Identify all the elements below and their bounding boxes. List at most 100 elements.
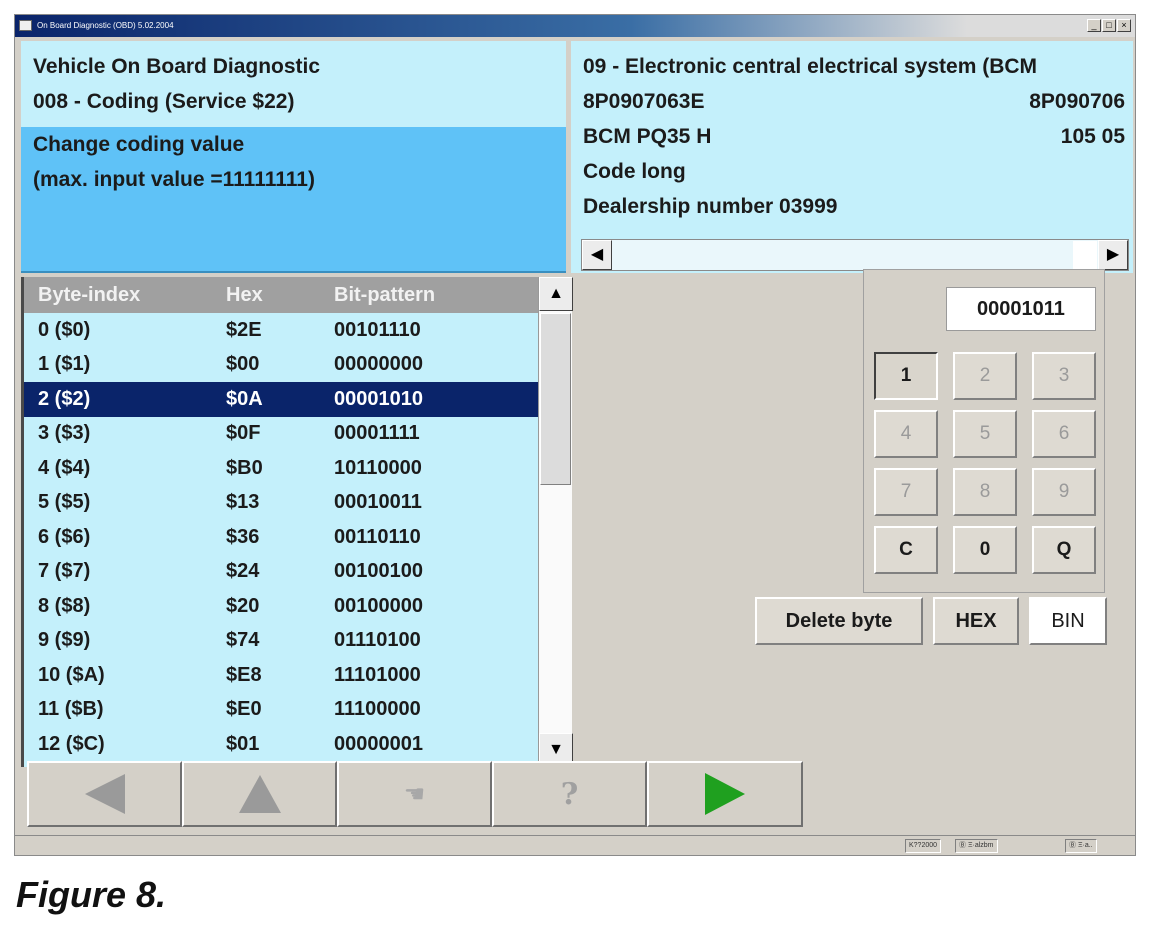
function-info-panel: Vehicle On Board Diagnostic 008 - Coding…	[21, 41, 566, 273]
table-row[interactable]: 0 ($0) $2E 00101110	[24, 313, 538, 348]
key-8[interactable]: 8	[953, 468, 1017, 516]
forward-button[interactable]	[647, 761, 803, 827]
bit-pattern-cell: 11100000	[334, 698, 421, 721]
byte-index-cell: 12 ($C)	[38, 732, 105, 755]
coding-type: Code long	[583, 160, 686, 183]
table-row[interactable]: 3 ($3) $0F 00001111	[24, 417, 538, 452]
instruction-hint: (max. input value =11111111)	[33, 168, 315, 191]
byte-index-cell: 8 ($8)	[38, 594, 91, 617]
function-header: Vehicle On Board Diagnostic 008 - Coding…	[21, 41, 566, 127]
bit-pattern-cell: 00001111	[334, 422, 420, 445]
table-row[interactable]: 6 ($6) $36 00110110	[24, 520, 538, 555]
software-version: 105 05	[1060, 125, 1125, 148]
numeric-keypad: 00001011 1 2 3 4 5 6 7 8 9 C 0 Q	[863, 269, 1105, 593]
delete-byte-button[interactable]: Delete byte	[755, 597, 923, 645]
bit-pattern-cell: 01110100	[334, 629, 421, 652]
scroll-up-arrow-icon[interactable]: ▲	[539, 277, 573, 311]
component-row: BCM PQ35 H 105 05	[583, 119, 1125, 154]
back-button[interactable]	[27, 761, 182, 827]
coding-byte-table: Byte-index Hex Bit-pattern 0 ($0) $2E 0010…	[21, 277, 573, 767]
window-controls: _ □ ×	[1087, 19, 1131, 32]
control-unit-name: 09 - Electronic central electrical syste…	[583, 55, 1038, 78]
column-hex[interactable]: Hex	[226, 284, 334, 307]
scrollbar-thumb[interactable]	[540, 313, 571, 485]
instruction-box: Change coding value (max. input value =1…	[21, 127, 566, 273]
table-row[interactable]: 1 ($1) $00 00000000	[24, 348, 538, 383]
scroll-right-arrow-icon[interactable]: ▶	[1098, 240, 1128, 270]
bit-pattern-cell: 00000000	[334, 353, 423, 376]
byte-index-cell: 6 ($6)	[38, 525, 91, 548]
maximize-button[interactable]: □	[1102, 19, 1116, 32]
key-4[interactable]: 4	[874, 410, 938, 458]
column-bit-pattern[interactable]: Bit-pattern	[334, 284, 534, 307]
component-id: BCM PQ35 H	[583, 125, 712, 148]
hex-cell: $36	[226, 525, 260, 548]
byte-index-cell: 3 ($3)	[38, 422, 91, 445]
hand-button[interactable]: ☚	[337, 761, 492, 827]
part-number-right: 8P090706	[1029, 90, 1125, 113]
hex-cell: $74	[226, 629, 260, 652]
bit-pattern-cell: 00000001	[334, 732, 423, 755]
status-bar: K??2000 Ⓑ Ξ·alzbm Ⓑ Ξ·a..	[15, 835, 1135, 855]
table-row[interactable]: 5 ($5) $13 00010011	[24, 486, 538, 521]
table-header: Byte-index Hex Bit-pattern	[24, 277, 538, 313]
bit-pattern-cell: 00110110	[334, 525, 421, 548]
key-7[interactable]: 7	[874, 468, 938, 516]
byte-index-cell: 5 ($5)	[38, 491, 91, 514]
table-row[interactable]: 10 ($A) $E8 11101000	[24, 658, 538, 693]
bit-pattern-cell: 00100100	[334, 560, 423, 583]
minimize-button[interactable]: _	[1087, 19, 1101, 32]
hex-cell: $B0	[226, 456, 263, 479]
bit-pattern-cell: 00100000	[334, 594, 423, 617]
instruction-title: Change coding value	[33, 133, 245, 156]
function-name: 008 - Coding (Service $22)	[33, 90, 295, 113]
hex-cell: $E0	[226, 698, 262, 721]
coding-value-display[interactable]: 00001011	[946, 287, 1096, 331]
part-number: 8P0907063E	[583, 90, 705, 113]
table-row[interactable]: 8 ($8) $20 00100000	[24, 589, 538, 624]
bin-button[interactable]: BIN	[1029, 597, 1107, 645]
vertical-scrollbar[interactable]: ▲ ▼	[538, 277, 573, 767]
navigation-bar: ☚ ?	[27, 761, 803, 827]
status-panel-2: Ⓑ Ξ·alzbm	[955, 839, 998, 853]
help-icon: ?	[560, 776, 579, 812]
control-unit-info-panel: 09 - Electronic central electrical syste…	[571, 41, 1133, 273]
key-0[interactable]: 0	[953, 526, 1017, 574]
key-1[interactable]: 1	[874, 352, 938, 400]
key-3[interactable]: 3	[1032, 352, 1096, 400]
bit-pattern-cell: 11101000	[334, 663, 421, 686]
help-button[interactable]: ?	[492, 761, 647, 827]
table-row[interactable]: 12 ($C) $01 00000001	[24, 727, 538, 762]
key-6[interactable]: 6	[1032, 410, 1096, 458]
key-clear[interactable]: C	[874, 526, 938, 574]
byte-index-cell: 4 ($4)	[38, 456, 91, 479]
bit-pattern-cell: 00010011	[334, 491, 422, 514]
hex-cell: $2E	[226, 318, 262, 341]
table-row[interactable]: 7 ($7) $24 00100100	[24, 555, 538, 590]
hex-cell: $20	[226, 594, 260, 617]
key-2[interactable]: 2	[953, 352, 1017, 400]
part-number-row: 8P0907063E 8P090706	[583, 84, 1125, 119]
hex-cell: $01	[226, 732, 260, 755]
hex-button[interactable]: HEX	[933, 597, 1019, 645]
table-row[interactable]: 9 ($9) $74 01110100	[24, 624, 538, 659]
up-button[interactable]	[182, 761, 337, 827]
close-button[interactable]: ×	[1117, 19, 1131, 32]
table-row[interactable]: 2 ($2) $0A 00001010	[24, 382, 538, 417]
title-bar: On Board Diagnostic (OBD) 5.02.2004 _ □ …	[15, 15, 1135, 37]
key-q[interactable]: Q	[1032, 526, 1096, 574]
column-byte-index[interactable]: Byte-index	[38, 284, 226, 307]
hex-cell: $24	[226, 560, 260, 583]
scrollbar-thumb[interactable]	[1073, 241, 1097, 269]
table-row[interactable]: 11 ($B) $E0 11100000	[24, 693, 538, 728]
byte-index-cell: 2 ($2)	[38, 387, 91, 410]
key-5[interactable]: 5	[953, 410, 1017, 458]
scroll-left-arrow-icon[interactable]: ◀	[582, 240, 612, 270]
horizontal-scrollbar[interactable]: ◀ ▶	[581, 239, 1129, 271]
table-row[interactable]: 4 ($4) $B0 10110000	[24, 451, 538, 486]
byte-index-cell: 9 ($9)	[38, 629, 91, 652]
byte-index-cell: 7 ($7)	[38, 560, 91, 583]
hex-cell: $E8	[226, 663, 262, 686]
app-name: Vehicle On Board Diagnostic	[33, 55, 321, 78]
key-9[interactable]: 9	[1032, 468, 1096, 516]
